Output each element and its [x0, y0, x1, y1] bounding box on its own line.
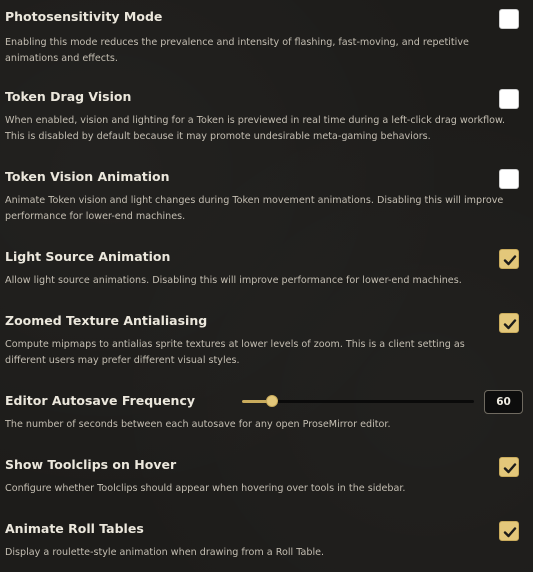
setting-hint: Compute mipmaps to antialias sprite text…: [5, 339, 465, 366]
setting-hint: Enabling this mode reduces the prevalenc…: [5, 37, 469, 64]
setting-label: Token Drag Vision: [5, 89, 132, 104]
setting-hint: Animate Token vision and light changes d…: [5, 195, 504, 222]
setting-label: Light Source Animation: [5, 249, 171, 264]
checkmark-icon: [503, 527, 517, 538]
setting-label: Zoomed Texture Antialiasing: [5, 313, 208, 328]
checkmark-icon: [503, 255, 517, 266]
slider-thumb[interactable]: [266, 395, 279, 407]
setting-hint: When enabled, vision and lighting for a …: [5, 115, 506, 142]
token-drag-vision-checkbox[interactable]: [499, 89, 519, 109]
zoomed-texture-antialiasing-checkbox[interactable]: [499, 313, 519, 333]
setting-label: Animate Roll Tables: [5, 521, 144, 536]
setting-label: Editor Autosave Frequency: [5, 393, 196, 408]
light-source-animation-checkbox[interactable]: [499, 249, 519, 269]
setting-label: Photosensitivity Mode: [5, 9, 163, 24]
setting-hint: The number of seconds between each autos…: [5, 419, 391, 430]
photosensitivity-mode-checkbox[interactable]: [499, 9, 519, 29]
autosave-frequency-slider[interactable]: [242, 395, 474, 407]
setting-label: Show Toolclips on Hover: [5, 457, 177, 472]
show-toolclips-checkbox[interactable]: [499, 457, 519, 477]
autosave-frequency-value[interactable]: 60: [484, 390, 523, 414]
setting-label: Token Vision Animation: [5, 169, 170, 184]
setting-hint: Display a roulette-style animation when …: [5, 547, 325, 558]
checkmark-icon: [503, 463, 517, 474]
setting-hint: Configure whether Toolclips should appea…: [5, 483, 406, 494]
token-vision-animation-checkbox[interactable]: [499, 169, 519, 189]
setting-hint: Allow light source animations. Disabling…: [5, 275, 462, 286]
checkmark-icon: [503, 319, 517, 330]
animate-roll-tables-checkbox[interactable]: [499, 521, 519, 541]
